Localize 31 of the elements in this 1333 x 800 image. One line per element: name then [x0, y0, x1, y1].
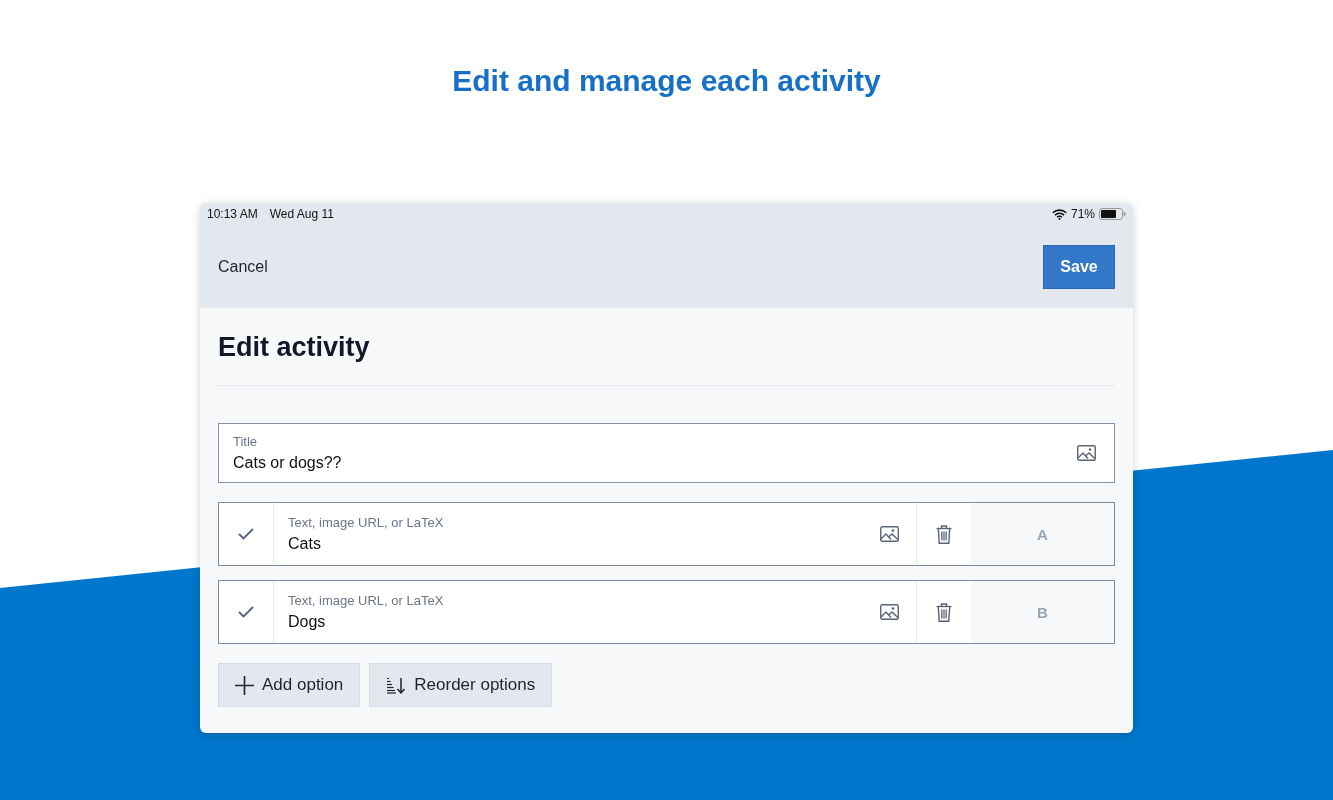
cancel-button[interactable]: Cancel [218, 257, 268, 276]
check-icon[interactable] [238, 606, 254, 618]
status-time: 10:13 AM [207, 207, 258, 221]
page-headline: Edit and manage each activity [452, 63, 881, 99]
field-value: Dogs [288, 611, 326, 632]
battery-percent: 71% [1070, 207, 1095, 221]
battery-icon [1099, 208, 1126, 220]
field-value: Cats [288, 533, 321, 554]
wifi-icon [1051, 208, 1067, 220]
option-letter: A [1037, 525, 1048, 543]
field-label: Title [233, 433, 258, 450]
plus-icon [235, 675, 254, 695]
option-field[interactable]: Text, image URL, or LaTeX Dogs [288, 592, 880, 632]
save-button[interactable]: Save [1043, 244, 1115, 289]
check-icon[interactable] [238, 528, 254, 540]
field-value: Cats or dogs?? [233, 452, 342, 473]
reorder-options-button[interactable]: Reorder options [369, 663, 553, 707]
sort-descending-icon [386, 676, 407, 694]
option-letter: B [1037, 603, 1048, 621]
title-field[interactable]: Title Cats or dogs?? [218, 423, 1115, 483]
trash-icon[interactable] [936, 524, 952, 544]
page-title: Edit activity [218, 331, 370, 364]
add-option-button[interactable]: Add option [218, 663, 361, 707]
field-label: Text, image URL, or LaTeX [288, 514, 444, 531]
trash-icon[interactable] [936, 602, 952, 622]
status-date: Wed Aug 11 [269, 207, 334, 221]
image-icon[interactable] [1077, 445, 1096, 461]
option-field[interactable]: Text, image URL, or LaTeX Cats [288, 514, 880, 554]
field-label: Text, image URL, or LaTeX [288, 592, 444, 609]
image-icon[interactable] [880, 526, 899, 542]
image-icon[interactable] [880, 604, 899, 620]
